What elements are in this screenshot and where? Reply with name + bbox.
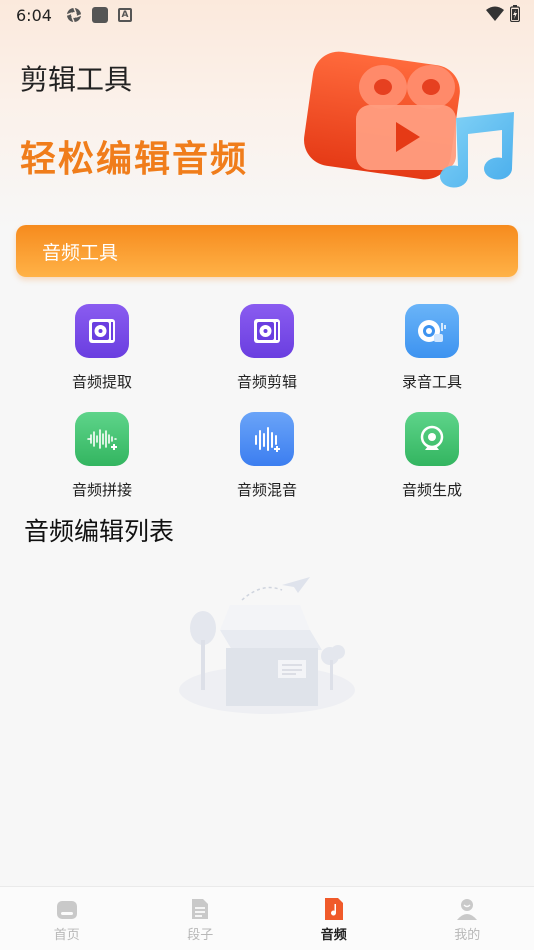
audio-tools-title: 音频工具 [42,241,119,264]
audio-tools-grid: 音频提取 音频剪辑 录音工具 音频拼接 音频混音 音频生成 [20,298,514,514]
nav-label: 首页 [53,928,80,943]
tool-recorder[interactable]: 录音工具 [350,298,514,406]
tool-label: 音频提取 [71,373,132,391]
nav-label: 音频 [320,928,347,943]
empty-box-illustration-icon [179,577,355,714]
document-icon [192,899,209,919]
nav-item-mine[interactable]: 我的 [401,887,534,950]
battery-icon [510,5,520,22]
nav-label: 我的 [454,928,481,943]
a-badge-icon: A [117,8,132,22]
nav-item-audio[interactable]: 音频 [267,887,401,950]
recorder-icon [405,304,459,358]
tool-label: 音频生成 [401,481,462,499]
audio-edit-list-title: 音频编辑列表 [24,517,175,546]
wifi-icon [486,6,504,21]
audio-generate-icon [405,412,459,466]
audio-extract-icon [75,304,129,358]
home-icon [56,901,77,919]
tool-label: 录音工具 [401,373,462,391]
audio-cut-icon [240,304,294,358]
tool-label: 音频拼接 [71,481,132,499]
tool-audio-mix[interactable]: 音频混音 [185,406,349,514]
bottom-navigation: 首页 段子 音频 我的 [0,886,534,950]
tool-audio-generate[interactable]: 音频生成 [350,406,514,514]
audio-mix-icon [240,412,294,466]
aperture-icon [66,7,82,23]
status-time: 6:04 [16,5,52,25]
tool-label: 音频混音 [236,481,297,499]
video-music-illustration-icon [304,51,514,188]
tool-label: 音频剪辑 [236,373,297,391]
audio-file-icon [324,898,343,920]
page-title: 剪辑工具 [20,63,133,96]
nav-item-home[interactable]: 首页 [0,887,134,950]
tool-audio-join[interactable]: 音频拼接 [20,406,184,514]
user-icon [457,899,478,920]
tool-audio-extract[interactable]: 音频提取 [20,298,184,406]
audio-join-icon [75,412,129,466]
status-bar: 6:04 A [0,0,534,30]
nav-label: 段子 [187,928,214,943]
nav-item-jokes[interactable]: 段子 [134,887,268,950]
notification-square-icon [91,7,108,23]
tool-audio-cut[interactable]: 音频剪辑 [185,298,349,406]
audio-tools-banner: 音频工具 [16,225,518,277]
page-slogan: 轻松编辑音频 [20,139,249,180]
